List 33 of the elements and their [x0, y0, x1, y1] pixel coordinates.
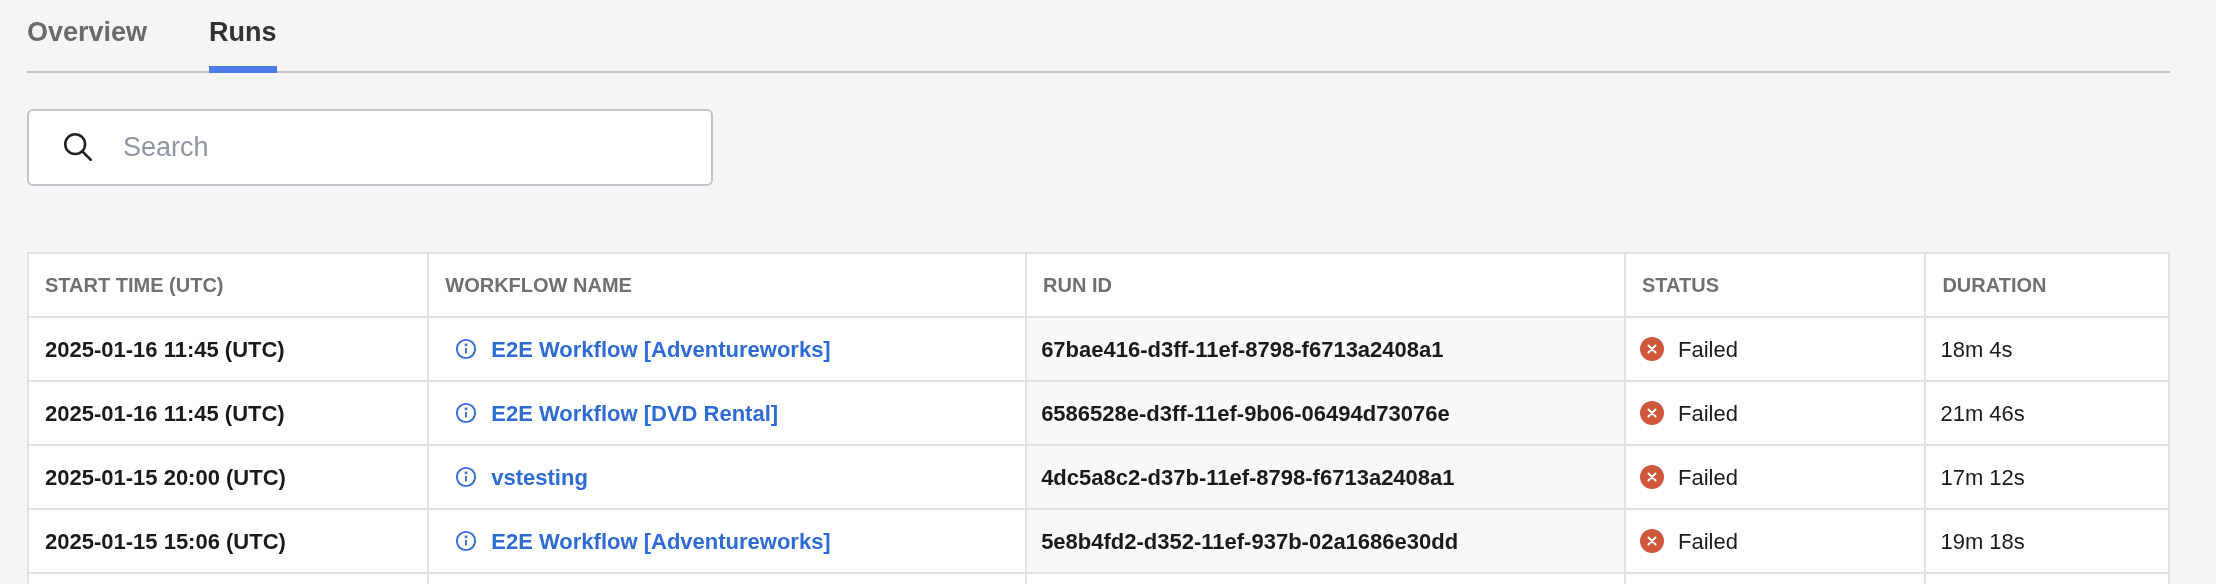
info-icon: [455, 338, 478, 360]
search-icon: [61, 130, 95, 164]
workflow-link[interactable]: E2E Workflow [Adventureworks]: [491, 524, 831, 558]
column-header: START TIME (UTC): [45, 273, 224, 298]
workflow-link[interactable]: E2E Workflow [Adventureworks]: [491, 332, 831, 366]
duration: 18m 4s: [1940, 335, 2013, 364]
start-time: 2025-01-15 20:00 (UTC): [45, 463, 286, 492]
run-id: 6586528e-d3ff-11ef-9b06-06494d73076e: [1041, 399, 1450, 428]
workflow-link[interactable]: vstesting: [491, 460, 588, 494]
status-label: Failed: [1678, 335, 1738, 364]
info-icon: [455, 402, 478, 424]
start-time: 2025-01-16 11:45 (UTC): [45, 399, 285, 428]
run-id: 4dc5a8c2-d37b-11ef-8798-f6713a2408a1: [1041, 463, 1455, 492]
column-header: DURATION: [1942, 273, 2047, 298]
status-label: Failed: [1678, 399, 1738, 428]
status-label: Failed: [1678, 527, 1738, 556]
duration: 21m 46s: [1940, 399, 2025, 428]
status-label: Failed: [1678, 463, 1738, 492]
column-header: RUN ID: [1043, 273, 1112, 298]
start-time: 2025-01-16 11:45 (UTC): [45, 335, 285, 364]
start-time: 2025-01-15 15:06 (UTC): [45, 527, 286, 556]
info-icon: [455, 530, 478, 552]
run-id: 67bae416-d3ff-11ef-8798-f6713a2408a1: [1041, 335, 1444, 364]
run-id: 5e8b4fd2-d352-11ef-937b-02a1686e30dd: [1041, 527, 1459, 556]
duration: 19m 18s: [1940, 527, 2025, 556]
column-header: STATUS: [1641, 273, 1719, 298]
search-field[interactable]: Search: [27, 109, 713, 186]
tab[interactable]: Runs: [209, 11, 277, 73]
info-icon: [455, 466, 478, 488]
tab[interactable]: Overview: [27, 11, 148, 73]
column-header: WORKFLOW NAME: [445, 273, 632, 298]
workflow-link[interactable]: E2E Workflow [DVD Rental]: [491, 396, 779, 430]
duration: 17m 12s: [1940, 463, 2025, 492]
